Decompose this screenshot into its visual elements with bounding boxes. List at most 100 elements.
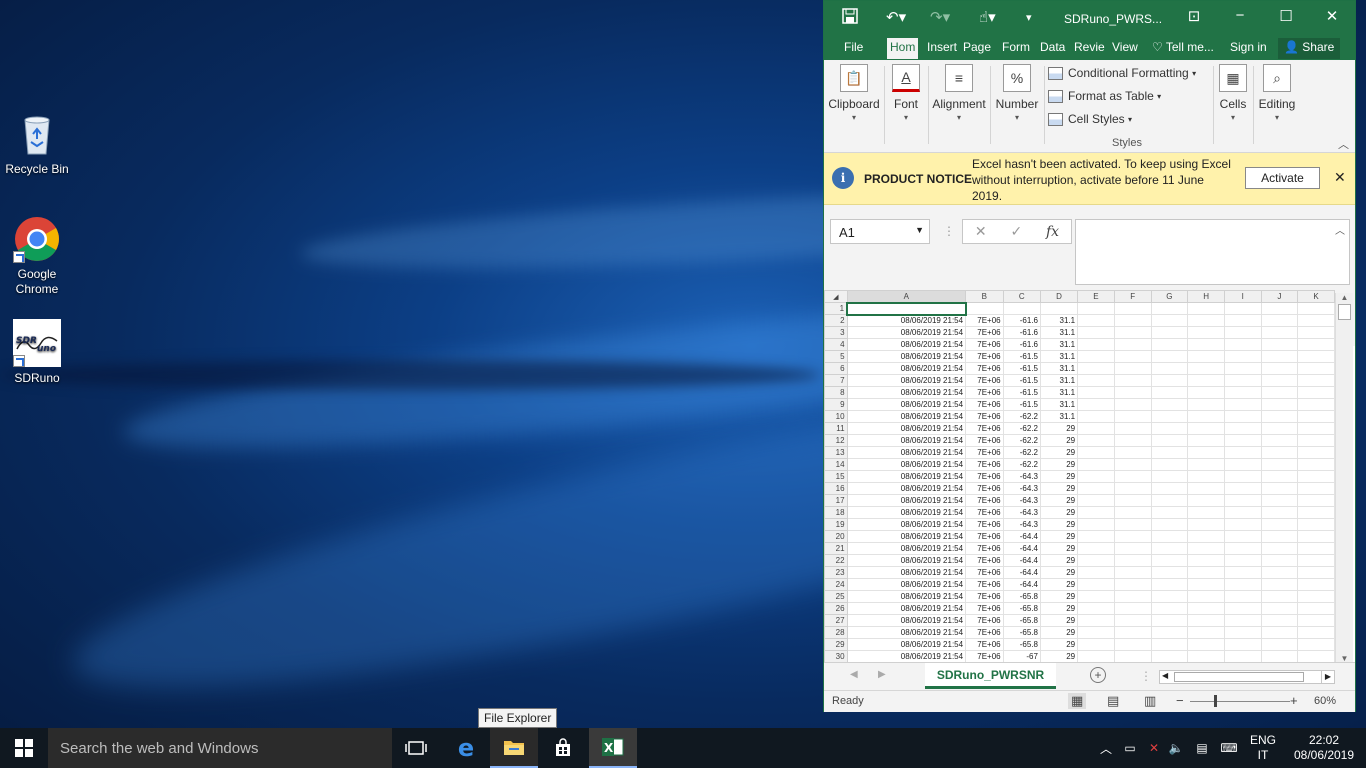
page-layout-view-icon[interactable]: ▤ (1107, 693, 1119, 709)
cell-empty[interactable] (1113, 446, 1152, 459)
cell-c[interactable]: -65.8 (1002, 614, 1041, 627)
cell-a[interactable]: 08/06/2019 21:54 (846, 362, 967, 375)
cell-d[interactable]: 29 (1039, 626, 1079, 639)
cell-d[interactable]: 29 (1039, 566, 1079, 579)
cell-empty[interactable] (1113, 626, 1152, 639)
cell-empty[interactable] (1113, 362, 1152, 375)
cell-b[interactable]: 7E+06 (965, 554, 1004, 567)
cell-empty[interactable] (1077, 506, 1115, 519)
cell-empty[interactable] (1113, 482, 1152, 495)
desktop-icon-sdruno[interactable]: SDR uno SDRuno (0, 319, 74, 386)
cell-c[interactable]: -64.3 (1002, 470, 1041, 483)
cell-b[interactable]: 7E+06 (965, 578, 1004, 591)
cell-empty[interactable] (1224, 566, 1262, 579)
cell-empty[interactable] (1077, 650, 1115, 662)
ribbon-display-icon[interactable]: ⊡ (1179, 7, 1209, 25)
cell-b[interactable]: 7E+06 (965, 338, 1004, 351)
cell-d[interactable]: 31.1 (1039, 410, 1079, 423)
cell-b[interactable]: 7E+06 (965, 458, 1004, 471)
cell-a[interactable]: 08/06/2019 21:54 (846, 530, 967, 543)
cell-empty[interactable] (1187, 614, 1225, 627)
font-group[interactable]: A Font ▾ (886, 64, 926, 122)
cell-empty[interactable] (1187, 326, 1225, 339)
cell-a[interactable]: 08/06/2019 21:54 (846, 398, 967, 411)
zoom-out-icon[interactable]: − (1176, 693, 1184, 708)
cell-b[interactable]: 7E+06 (965, 518, 1004, 531)
cell-empty[interactable] (1224, 446, 1262, 459)
cell-c[interactable]: -61.6 (1002, 338, 1041, 351)
cell-c[interactable]: -61.5 (1002, 350, 1041, 363)
cell-c[interactable]: -62.2 (1002, 410, 1041, 423)
row-header[interactable]: 5 (824, 350, 848, 363)
cell-empty[interactable] (1077, 578, 1115, 591)
cell-d[interactable] (1039, 302, 1079, 315)
cell-empty[interactable] (1260, 374, 1299, 387)
cell-empty[interactable] (1150, 458, 1189, 471)
cell-empty[interactable] (1150, 362, 1189, 375)
cell-empty[interactable] (1297, 602, 1335, 615)
desktop-icon-google-chrome[interactable]: Google Chrome (0, 215, 74, 297)
cell-c[interactable]: -65.8 (1002, 638, 1041, 651)
cell-empty[interactable] (1187, 566, 1225, 579)
cell-empty[interactable] (1113, 602, 1152, 615)
cell-empty[interactable] (1077, 398, 1115, 411)
cell-empty[interactable] (1224, 386, 1262, 399)
cell-empty[interactable] (1113, 350, 1152, 363)
cell-empty[interactable] (1150, 434, 1189, 447)
cell-empty[interactable] (1224, 374, 1262, 387)
cell-empty[interactable] (1150, 470, 1189, 483)
redo-icon[interactable]: ↷▾ (930, 8, 950, 26)
cell-empty[interactable] (1297, 482, 1335, 495)
insert-function-icon[interactable]: fx (1046, 224, 1059, 240)
cell-empty[interactable] (1260, 422, 1299, 435)
cell-empty[interactable] (1150, 542, 1189, 555)
cell-empty[interactable] (1187, 590, 1225, 603)
cell-b[interactable]: 7E+06 (965, 566, 1004, 579)
cell-empty[interactable] (1113, 386, 1152, 399)
cell-empty[interactable] (1113, 638, 1152, 651)
column-header-e[interactable]: E (1077, 290, 1115, 303)
cell-table[interactable]: ◢ A B C D E F G H I J K 1 2 08/06/2019 21:… (824, 290, 1335, 662)
cell-d[interactable]: 29 (1039, 506, 1079, 519)
cell-a[interactable]: 08/06/2019 21:54 (846, 326, 967, 339)
cell-empty[interactable] (1187, 494, 1225, 507)
cell-c[interactable]: -61.5 (1002, 362, 1041, 375)
cell-empty[interactable] (1260, 398, 1299, 411)
cell-d[interactable]: 29 (1039, 458, 1079, 471)
tab-view[interactable]: View (1112, 40, 1138, 54)
cell-c[interactable]: -61.6 (1002, 314, 1041, 327)
cell-empty[interactable] (1150, 302, 1189, 315)
column-header-k[interactable]: K (1297, 290, 1335, 303)
cell-empty[interactable] (1187, 410, 1225, 423)
cell-empty[interactable] (1077, 554, 1115, 567)
cell-c[interactable]: -64.3 (1002, 506, 1041, 519)
cell-empty[interactable] (1260, 470, 1299, 483)
cell-empty[interactable] (1260, 602, 1299, 615)
cell-empty[interactable] (1297, 374, 1335, 387)
file-explorer-button[interactable] (490, 728, 538, 768)
cell-d[interactable]: 29 (1039, 422, 1079, 435)
cell-empty[interactable] (1297, 494, 1335, 507)
cell-c[interactable]: -64.3 (1002, 482, 1041, 495)
cell-empty[interactable] (1297, 506, 1335, 519)
cell-empty[interactable] (1297, 422, 1335, 435)
column-header-b[interactable]: B (965, 290, 1004, 303)
cell-b[interactable]: 7E+06 (965, 374, 1004, 387)
cell-empty[interactable] (1297, 590, 1335, 603)
cell-empty[interactable] (1260, 626, 1299, 639)
cell-b[interactable]: 7E+06 (965, 506, 1004, 519)
row-header[interactable]: 23 (824, 566, 848, 579)
cell-empty[interactable] (1077, 458, 1115, 471)
cell-d[interactable]: 31.1 (1039, 386, 1079, 399)
cell-c[interactable]: -62.2 (1002, 422, 1041, 435)
row-header[interactable]: 2 (824, 314, 848, 327)
conditional-formatting-button[interactable]: Conditional Formatting ▾ (1048, 66, 1196, 80)
collapse-ribbon-icon[interactable]: ︿ (1338, 136, 1349, 152)
cell-empty[interactable] (1224, 518, 1262, 531)
clipboard-group[interactable]: 📋 Clipboard ▾ (826, 64, 882, 122)
cell-a[interactable]: 08/06/2019 21:54 (846, 638, 967, 651)
cell-empty[interactable] (1113, 398, 1152, 411)
cell-a[interactable] (846, 301, 967, 316)
cell-a[interactable]: 08/06/2019 21:54 (846, 602, 967, 615)
column-header-g[interactable]: G (1150, 290, 1189, 303)
